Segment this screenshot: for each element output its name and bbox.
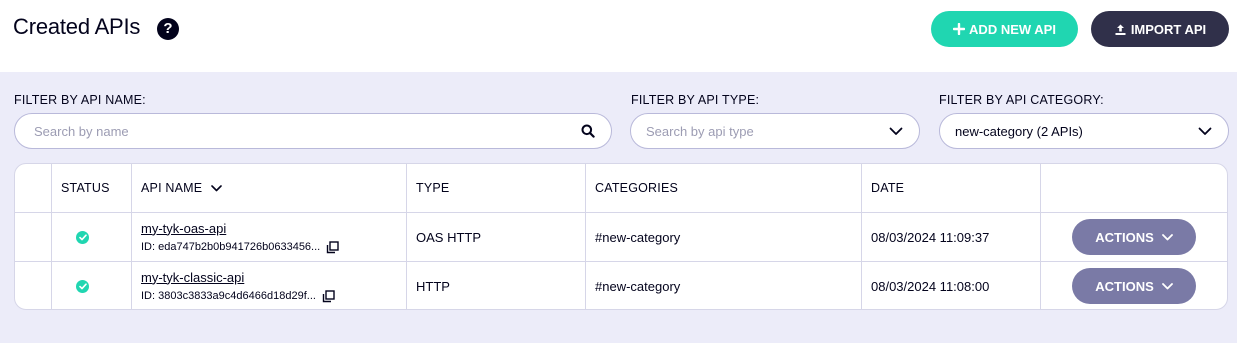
api-name-link[interactable]: my-tyk-classic-api [141,270,244,285]
copy-icon[interactable] [322,289,335,303]
api-id: ID: eda747b2b0b941726b0633456... [141,240,339,254]
api-date-cell: 08/03/2024 11:09:37 [871,229,990,245]
column-header-api-name[interactable]: API NAME [141,164,223,212]
chevron-down-icon [1161,282,1173,289]
plus-icon [953,23,966,35]
api-id-text: ID: 3803c3833a9c4d6466d18d29f... [141,290,316,302]
table-row: my-tyk-classic-api ID: 3803c3833a9c4d646… [15,261,1227,309]
status-cell [76,213,89,261]
chevron-down-icon [1161,233,1173,240]
status-active-icon [76,230,89,244]
search-icon [581,124,595,138]
import-api-label: IMPORT API [1130,21,1207,37]
api-name-cell: my-tyk-oas-api ID: eda747b2b0b941726b063… [141,213,339,261]
chevron-down-icon [1198,127,1212,135]
search-name-placeholder: Search by name [34,123,129,139]
upload-icon [1114,23,1127,36]
api-name-link[interactable]: my-tyk-oas-api [141,221,226,236]
api-category-value: new-category (2 APIs) [955,123,1083,139]
column-header-api-name-label: API NAME [141,181,203,195]
api-type-select[interactable]: Search by api type [630,113,920,149]
api-type-cell: OAS HTTP [416,229,482,245]
api-category-select[interactable]: new-category (2 APIs) [939,113,1229,149]
column-header-date: DATE [871,181,905,195]
sort-chevron-down-icon [211,184,223,191]
column-header-status: STATUS [61,181,110,195]
page-header: Created APIs ? ADD NEW API IMPORT API [0,0,1237,72]
actions-button[interactable]: ACTIONS [1072,268,1196,304]
api-id-text: ID: eda747b2b0b941726b0633456... [141,241,321,253]
add-new-api-button[interactable]: ADD NEW API [931,11,1078,47]
filter-name-label: FILTER BY API NAME: [14,93,146,107]
table-row: my-tyk-oas-api ID: eda747b2b0b941726b063… [15,212,1227,261]
table-header: STATUS API NAME TYPE CATEGORIES DATE [15,164,1227,212]
status-active-icon [76,279,89,293]
page-title: Created APIs [13,14,141,39]
search-name-input[interactable]: Search by name [14,113,612,149]
actions-cell: ACTIONS [1072,262,1196,309]
filter-type-label: FILTER BY API TYPE: [631,93,760,107]
api-date-cell: 08/03/2024 11:08:00 [871,278,990,294]
column-header-type: TYPE [416,181,450,195]
actions-label: ACTIONS [1095,229,1154,245]
column-header-categories: CATEGORIES [595,181,679,195]
copy-icon[interactable] [326,240,339,254]
api-name-cell: my-tyk-classic-api ID: 3803c3833a9c4d646… [141,262,335,309]
add-new-api-label: ADD NEW API [969,21,1056,37]
chevron-down-icon [889,127,903,135]
api-categories-cell: #new-category [595,278,681,294]
api-type-cell: HTTP [416,278,450,294]
actions-cell: ACTIONS [1072,213,1196,261]
api-type-placeholder: Search by api type [646,123,754,139]
api-list-panel: FILTER BY API NAME: Search by name FILTE… [0,72,1237,343]
question-circle-icon[interactable]: ? [157,18,179,40]
actions-label: ACTIONS [1095,278,1154,294]
status-cell [76,262,89,309]
api-categories-cell: #new-category [595,229,681,245]
filter-category-label: FILTER BY API CATEGORY: [939,93,1104,107]
api-table: STATUS API NAME TYPE CATEGORIES DATE my-… [14,163,1228,310]
import-api-button[interactable]: IMPORT API [1091,11,1229,47]
actions-button[interactable]: ACTIONS [1072,219,1196,255]
api-id: ID: 3803c3833a9c4d6466d18d29f... [141,289,335,303]
